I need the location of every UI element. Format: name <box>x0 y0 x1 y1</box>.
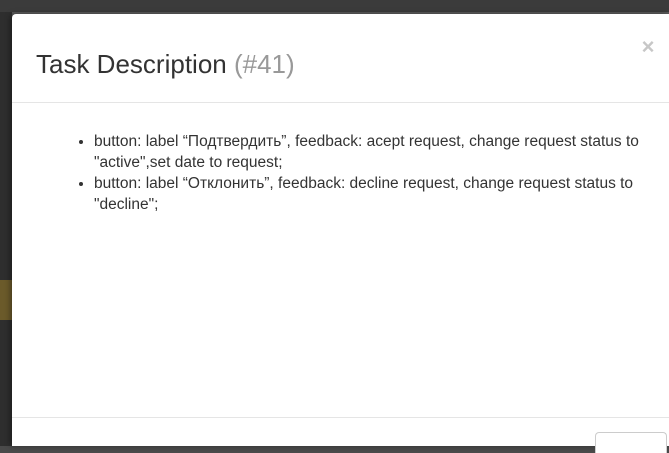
modal-body: button: label “Подтвердить”, feedback: a… <box>12 103 669 417</box>
task-description-modal: Task Description (#41) × button: label “… <box>12 14 669 453</box>
description-item-1: button: label “Подтвердить”, feedback: a… <box>94 131 654 173</box>
footer-button[interactable] <box>595 432 667 453</box>
modal-header: Task Description (#41) × <box>12 14 669 103</box>
modal-footer <box>12 417 669 453</box>
close-button[interactable]: × <box>637 36 659 58</box>
description-list: button: label “Подтвердить”, feedback: a… <box>74 131 654 215</box>
task-id: (#41) <box>233 49 295 79</box>
modal-title-text: Task Description <box>36 49 227 79</box>
description-item-2: button: label “Отклонить”, feedback: dec… <box>94 173 654 215</box>
backdrop-left-accent <box>0 280 12 320</box>
backdrop-left-strip <box>0 12 12 446</box>
close-icon: × <box>641 34 655 59</box>
modal-title: Task Description (#41) <box>36 48 295 80</box>
backdrop-top-strip <box>0 0 669 12</box>
